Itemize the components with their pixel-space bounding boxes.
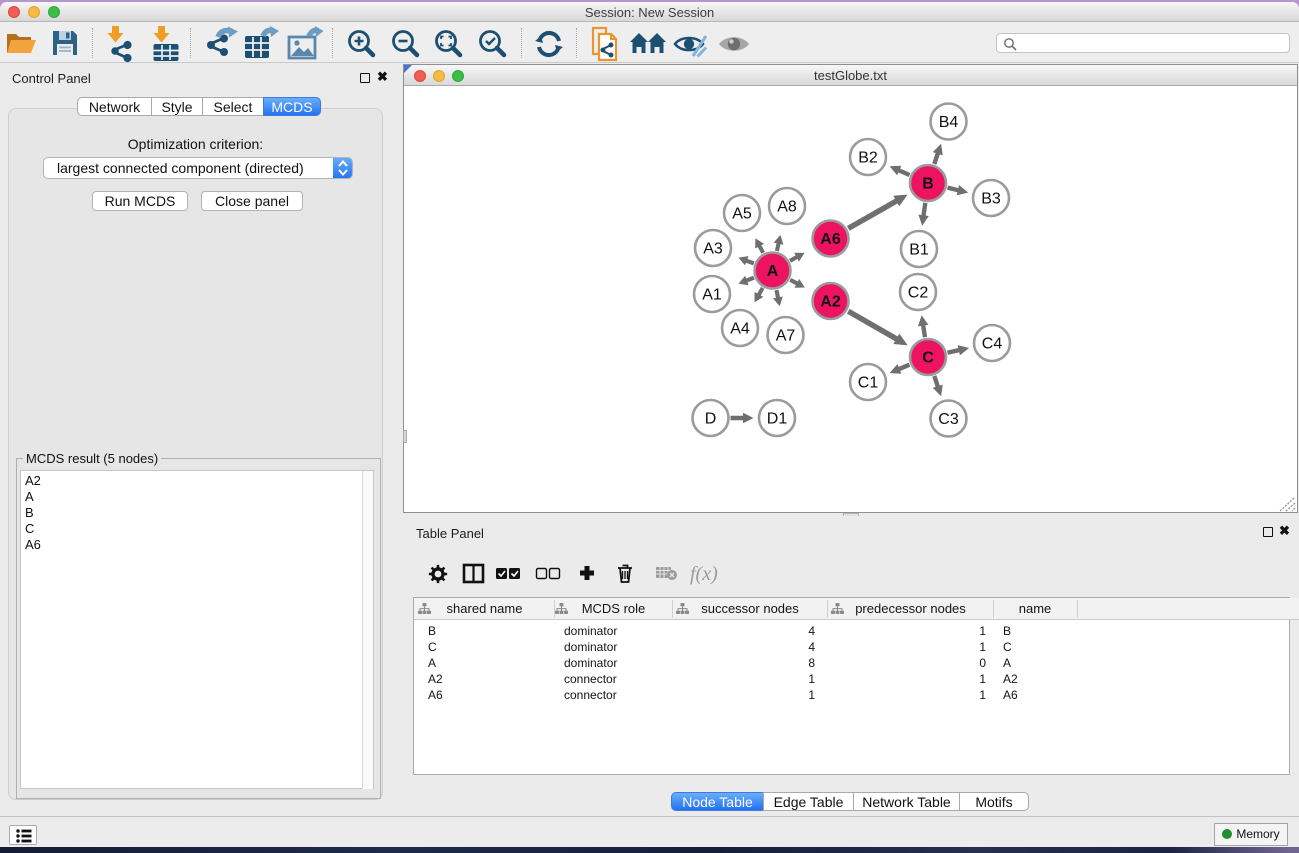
svg-text:B2: B2 [858,150,878,167]
svg-text:B3: B3 [981,191,1001,208]
svg-text:A2: A2 [820,294,841,311]
svg-text:C4: C4 [982,336,1003,353]
svg-text:B: B [922,176,934,193]
svg-text:A: A [767,263,779,280]
svg-text:A5: A5 [732,206,752,223]
svg-text:A4: A4 [730,321,750,338]
svg-text:A8: A8 [777,199,797,216]
svg-text:B4: B4 [939,114,959,131]
svg-text:C3: C3 [938,411,959,428]
svg-text:B1: B1 [909,242,929,259]
svg-text:A7: A7 [776,328,796,345]
svg-text:D: D [705,411,717,428]
svg-text:D1: D1 [767,411,788,428]
svg-text:C: C [922,350,934,367]
svg-text:f(x): f(x) [690,563,718,585]
svg-text:C1: C1 [858,375,879,392]
svg-text:A1: A1 [702,287,722,304]
svg-text:A6: A6 [820,231,841,248]
svg-text:A3: A3 [703,241,723,258]
svg-text:C2: C2 [908,285,929,302]
